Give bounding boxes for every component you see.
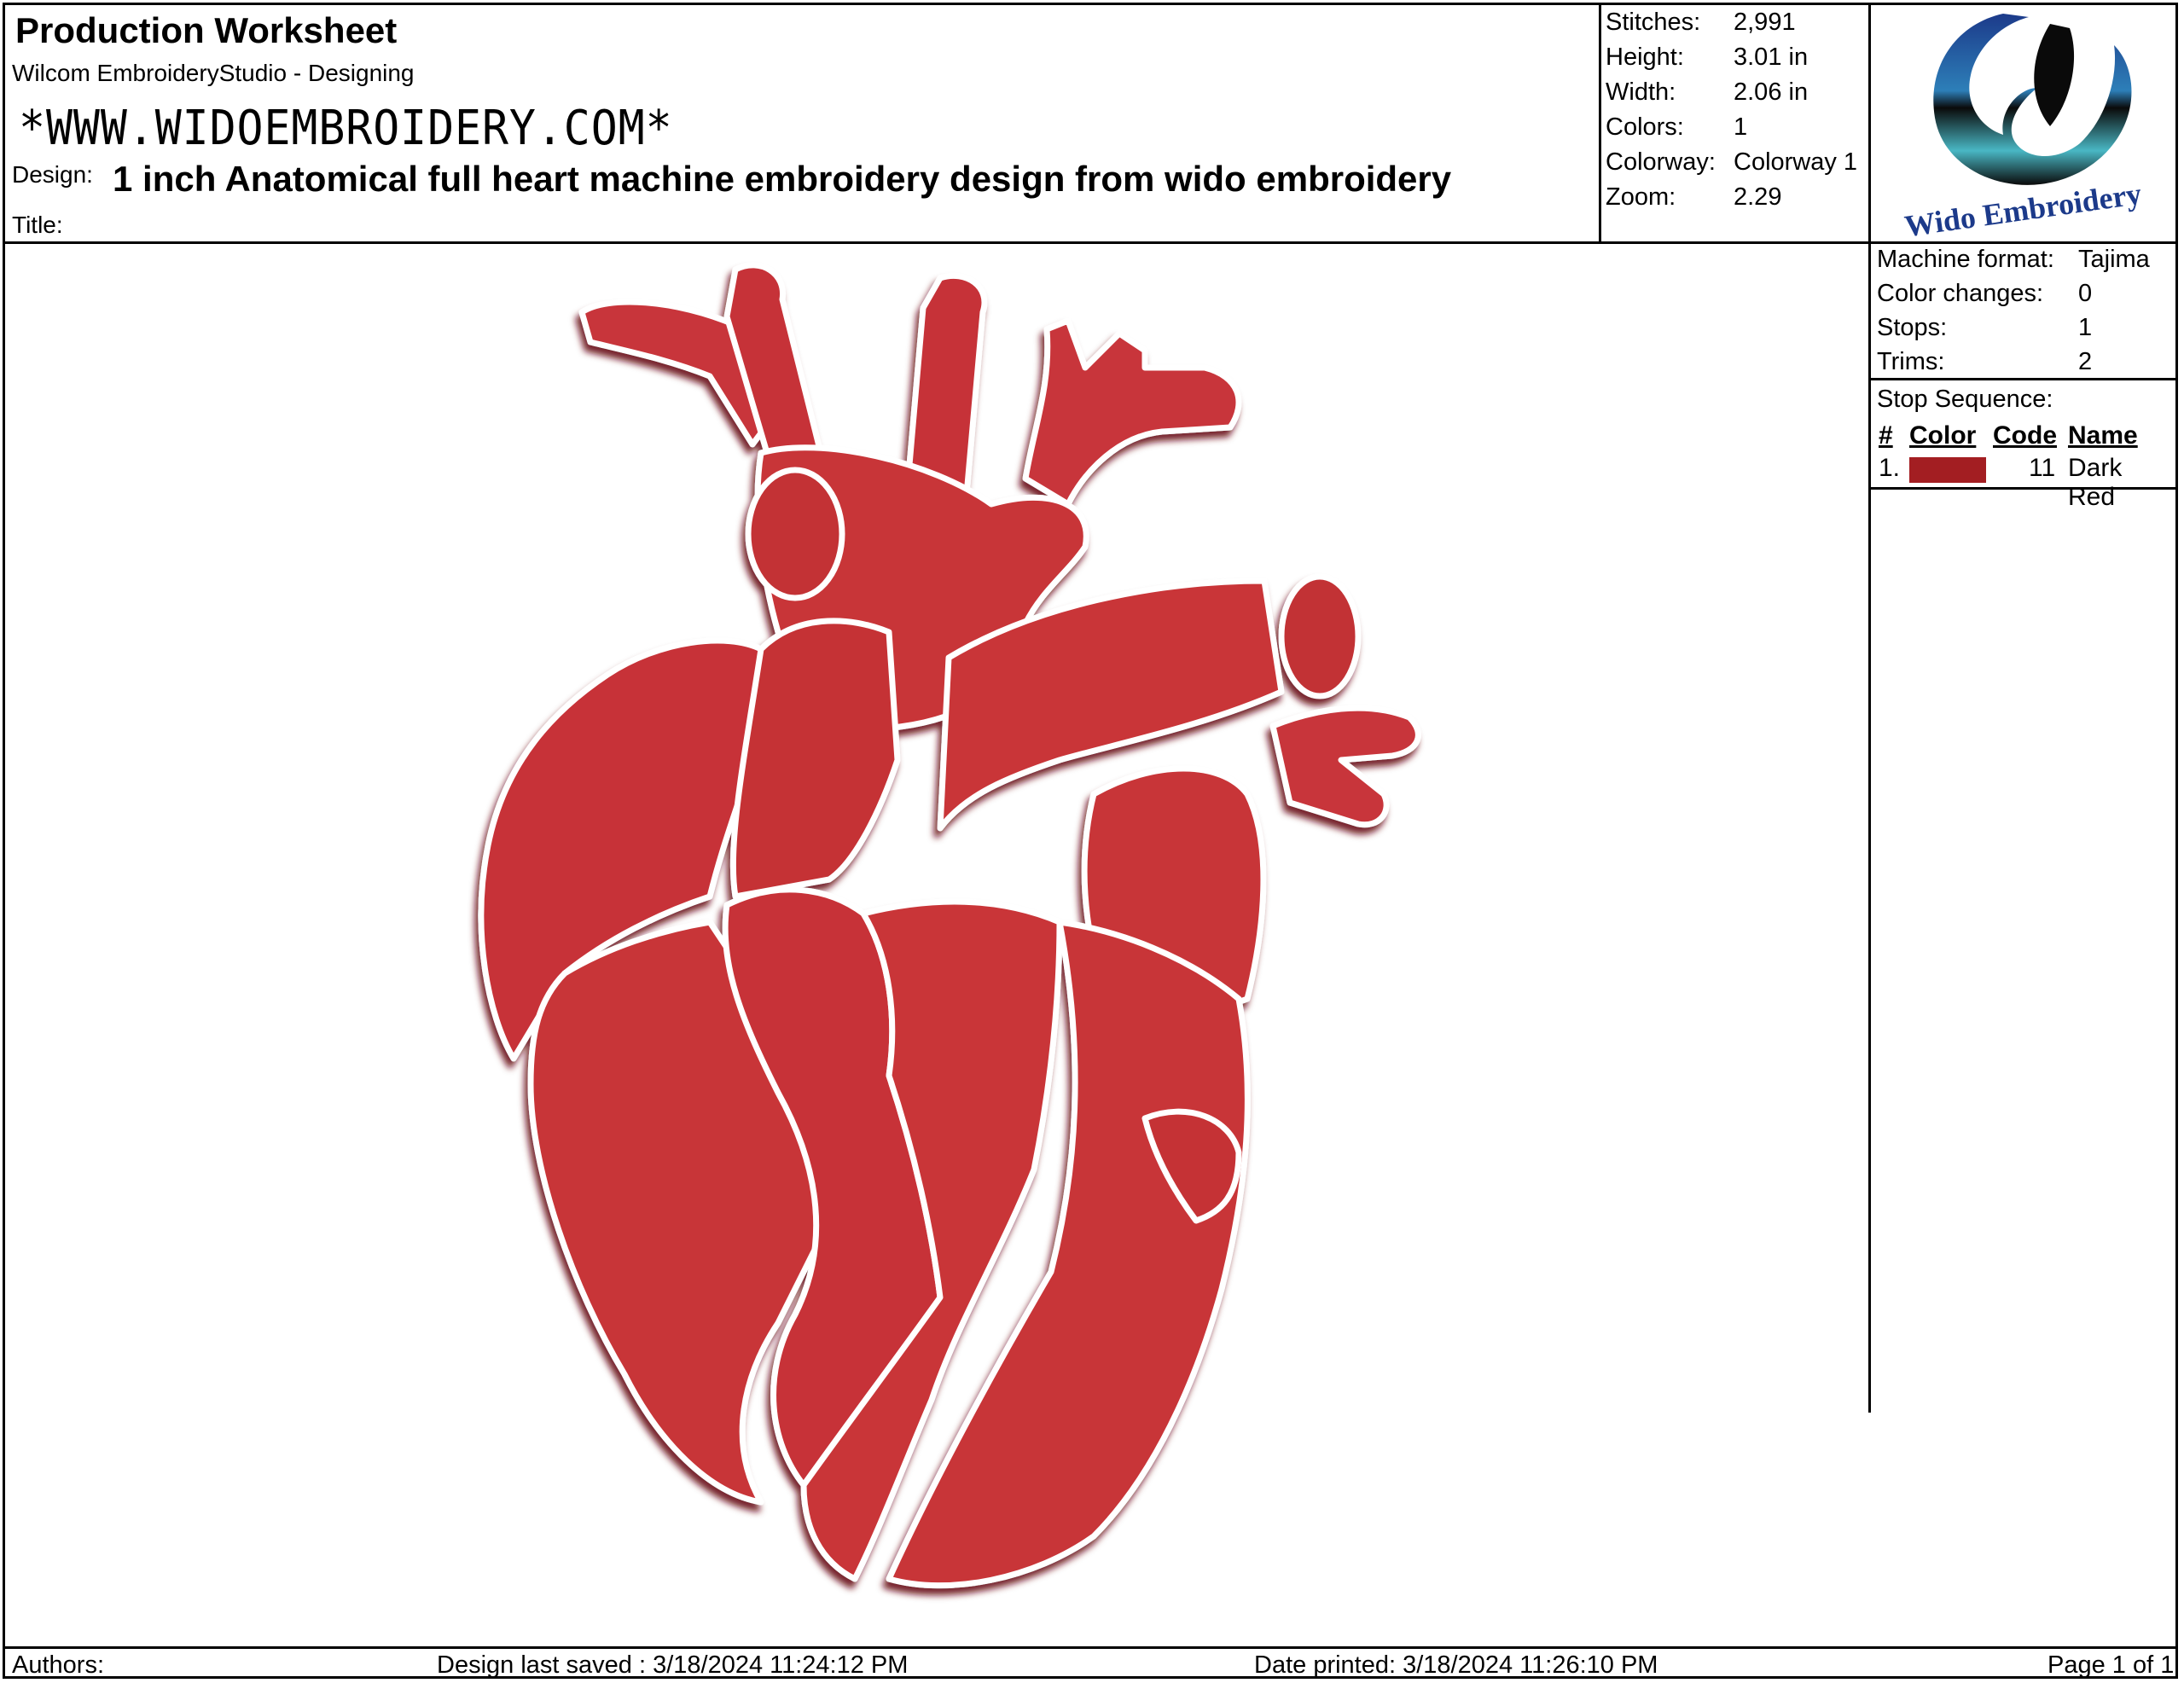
logo-swirl (1933, 14, 2132, 185)
machine-label: Color changes: (1877, 280, 2044, 307)
logo-center-stroke (2034, 24, 2075, 126)
vessel-opening-right (1278, 573, 1362, 699)
machine-label: Stops: (1877, 314, 1948, 341)
machine-value: 1 (2078, 314, 2093, 341)
logo-text: Wido Embroidery (1902, 177, 2144, 239)
stat-value: Colorway 1 (1734, 148, 1858, 176)
seq-header-code: Code (1993, 421, 2057, 450)
stat-label: Height: (1606, 44, 1684, 71)
wido-logo-icon: Wido Embroidery (1902, 14, 2144, 243)
production-worksheet: Production Worksheet Wilcom EmbroiderySt… (3, 3, 2178, 1679)
seq-header-num: # (1879, 421, 1893, 450)
vessel-right-arch (1022, 317, 1242, 508)
design-label: Design: (12, 161, 93, 188)
footer-authors: Authors: (12, 1651, 104, 1679)
footer-date-printed: Date printed: 3/18/2024 11:26:10 PM (1254, 1651, 1658, 1679)
superior-chamber (729, 618, 901, 900)
design-preview (10, 248, 1870, 1647)
machine-label: Trims: (1877, 348, 1945, 375)
seq-row-code: 11 (2029, 454, 2056, 482)
color-swatch (1909, 457, 1986, 483)
stats-left-divider (1599, 5, 1601, 242)
stat-value: 3.01 in (1734, 44, 1809, 71)
software-subtitle: Wilcom EmbroideryStudio - Designing (12, 60, 415, 86)
seq-row-name: Dark Red (2068, 454, 2123, 511)
footer-last-saved: Design last saved : 3/18/2024 11:24:12 P… (437, 1651, 909, 1679)
stat-label: Colors: (1606, 113, 1684, 141)
stat-value: 1 (1734, 113, 1748, 141)
stat-label: Stitches: (1606, 9, 1701, 36)
design-name: 1 inch Anatomical full heart machine emb… (113, 159, 1452, 199)
seq-header-name: Name (2068, 421, 2138, 450)
machine-label: Machine format: (1877, 246, 2054, 273)
seq-header-color: Color (1909, 421, 1977, 450)
stop-sequence-title: Stop Sequence: (1877, 386, 2053, 413)
stat-value: 2.29 (1734, 183, 1782, 211)
vessel-opening-left (745, 467, 845, 601)
seq-row-num: 1. (1879, 454, 1901, 482)
website-url: *WWW.WIDOEMBROIDERY.COM* (19, 101, 673, 156)
brand-logo: Wido Embroidery (1875, 7, 2174, 243)
stat-label: Zoom: (1606, 183, 1676, 211)
vessel-branch-1 (723, 262, 824, 465)
worksheet-title: Production Worksheet (15, 10, 398, 50)
machine-divider (1868, 378, 2175, 380)
stat-label: Colorway: (1606, 148, 1716, 176)
stat-value: 2.06 in (1734, 78, 1809, 106)
machine-value: Tajima (2078, 246, 2150, 273)
pulmonary-branch (1269, 705, 1421, 828)
title-label: Title: (12, 212, 63, 238)
footer-page-number: Page 1 of 1 (2048, 1651, 2175, 1679)
heart-embroidery-image (478, 262, 1421, 1589)
machine-value: 0 (2078, 280, 2093, 307)
stat-label: Width: (1606, 78, 1676, 106)
machine-value: 2 (2078, 348, 2093, 375)
stat-value: 2,991 (1734, 9, 1796, 36)
header-divider (5, 241, 2175, 244)
